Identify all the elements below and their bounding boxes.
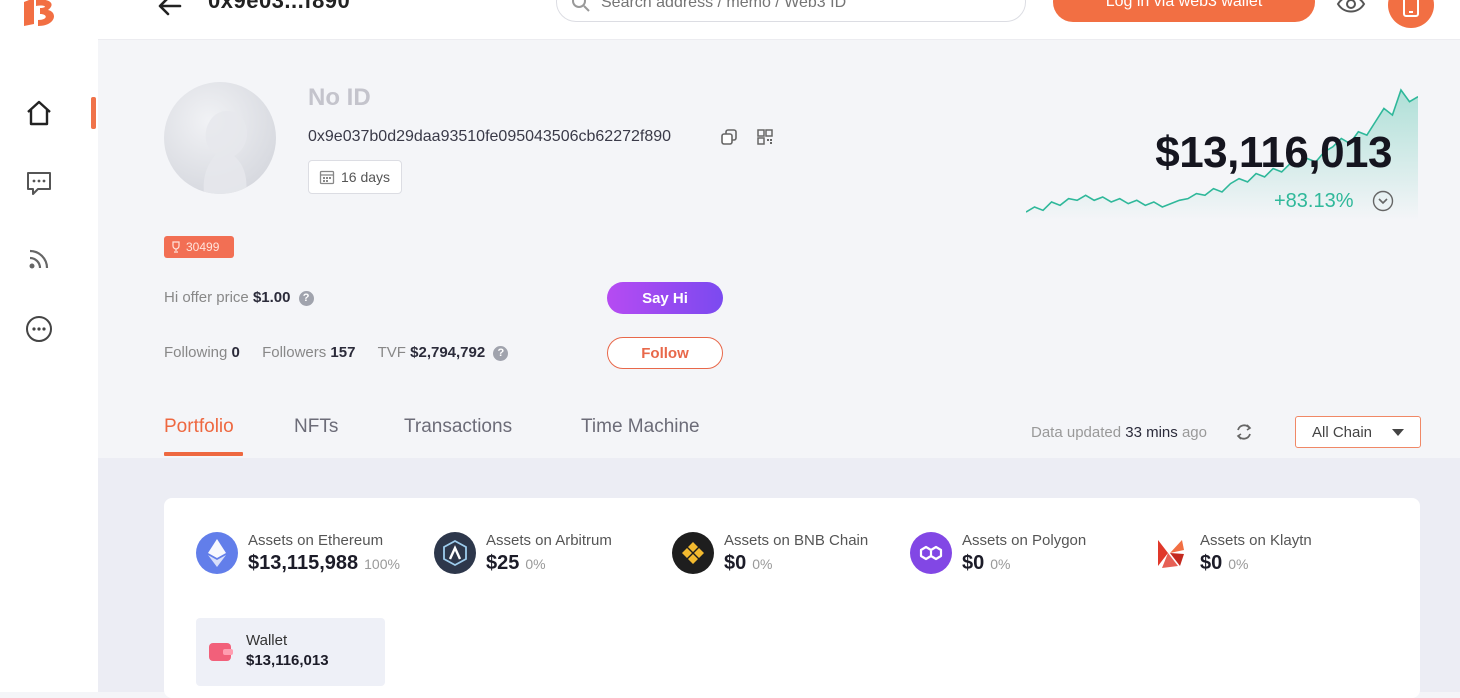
tvf-value: $2,794,792 <box>410 344 486 361</box>
asset-percent: 0% <box>752 556 773 572</box>
asset-label: Assets on Polygon <box>962 532 1087 549</box>
asset-label: Assets on Arbitrum <box>486 532 612 549</box>
account-age-text: 16 days <box>341 169 391 185</box>
total-net-worth: $13,116,013 <box>1155 128 1392 177</box>
asset-label: Assets on BNB Chain <box>724 532 869 549</box>
chevron-down-icon[interactable] <box>1372 190 1394 212</box>
asset-percent: 0% <box>990 556 1011 572</box>
eye-icon[interactable] <box>1336 0 1366 16</box>
say-hi-button[interactable]: Say Hi <box>607 282 723 314</box>
caret-down-icon <box>1392 429 1404 436</box>
mobile-app-button[interactable] <box>1388 0 1434 28</box>
home-icon[interactable] <box>22 96 56 130</box>
asset-percent: 100% <box>364 556 400 572</box>
more-icon[interactable] <box>22 312 56 346</box>
social-stats-line: Following 0 Followers 157 TVF $2,794,792… <box>164 344 509 361</box>
top-bar: 0x9e03...f890 Log in via web3 wallet <box>98 0 1460 40</box>
calendar-icon <box>319 170 335 185</box>
following-value: 0 <box>231 344 240 361</box>
asset-amount: $0 <box>962 552 985 574</box>
chain-select[interactable]: All Chain <box>1295 416 1421 448</box>
asset-value: $0 0% <box>962 552 1010 575</box>
updated-prefix: Data updated <box>1031 424 1122 441</box>
asset-percent: 0% <box>1228 556 1249 572</box>
updated-value: 33 mins <box>1125 424 1178 441</box>
asset-amount: $0 <box>724 552 747 574</box>
sidebar <box>0 0 98 692</box>
tab-time-machine[interactable]: Time Machine <box>581 416 700 438</box>
chain-select-value: All Chain <box>1312 423 1373 441</box>
feed-icon[interactable] <box>22 242 56 276</box>
login-button[interactable]: Log in via web3 wallet <box>1053 0 1315 22</box>
asset-amount: $13,115,988 <box>248 552 359 574</box>
refresh-icon[interactable] <box>1234 422 1254 442</box>
net-worth-change: +83.13% <box>1274 190 1354 212</box>
bnb-icon <box>672 532 714 574</box>
asset-value: $13,115,988 100% <box>248 552 400 575</box>
wallet-address: 0x9e037b0d29daa93510fe095043506cb62272f8… <box>308 128 672 145</box>
wallet-label: Wallet <box>246 632 288 649</box>
followers-label[interactable]: Followers <box>262 344 326 361</box>
help-icon[interactable]: ? <box>298 290 314 306</box>
header-address: 0x9e03...f890 <box>208 0 351 13</box>
account-age-badge: 16 days <box>308 160 402 194</box>
assets-card: Assets on Ethereum $13,115,988 100% Asset… <box>164 498 1420 698</box>
hi-offer-value: $1.00 <box>252 289 291 306</box>
avatar <box>164 82 276 194</box>
copy-icon[interactable] <box>720 128 738 146</box>
trophy-icon <box>172 241 180 253</box>
tvf-label: TVF <box>377 344 406 361</box>
phone-icon <box>1403 0 1419 17</box>
following-label[interactable]: Following <box>164 344 227 361</box>
tab-transactions[interactable]: Transactions <box>404 416 512 438</box>
search-box[interactable] <box>556 0 1026 22</box>
data-updated-text: Data updated 33 mins ago <box>1031 424 1207 441</box>
message-icon[interactable] <box>22 166 56 200</box>
help-icon[interactable]: ? <box>493 345 509 361</box>
search-icon <box>572 0 590 12</box>
qr-code-icon[interactable] <box>756 128 774 146</box>
wallet-summary[interactable]: Wallet $13,116,013 <box>196 618 385 686</box>
score-badge: 30499 <box>164 236 234 258</box>
wallet-value: $13,116,013 <box>246 652 329 669</box>
profile-section: No ID 0x9e037b0d29daa93510fe095043506cb6… <box>98 40 1460 458</box>
app-logo[interactable] <box>20 0 64 30</box>
search-input[interactable] <box>601 0 1001 17</box>
back-arrow-icon[interactable] <box>156 0 184 20</box>
asset-label: Assets on Ethereum <box>248 532 384 549</box>
hi-offer-label: Hi offer price <box>164 289 249 306</box>
follow-button[interactable]: Follow <box>607 337 723 369</box>
tab-portfolio[interactable]: Portfolio <box>164 416 234 438</box>
updated-suffix: ago <box>1181 424 1207 441</box>
wallet-icon <box>208 642 234 662</box>
asset-label: Assets on Klaytn <box>1200 532 1312 549</box>
polygon-icon <box>910 532 952 574</box>
asset-amount: $25 <box>486 552 520 574</box>
asset-percent: 0% <box>525 556 546 572</box>
followers-value: 157 <box>330 344 356 361</box>
active-nav-indicator <box>91 97 96 129</box>
ethereum-icon <box>196 532 238 574</box>
asset-value: $25 0% <box>486 552 546 575</box>
score-value: 30499 <box>186 240 220 254</box>
asset-value: $0 0% <box>724 552 772 575</box>
arbitrum-icon <box>434 532 476 574</box>
hi-offer-line: Hi offer price $1.00 ? <box>164 289 314 306</box>
active-tab-underline <box>164 452 243 456</box>
asset-value: $0 0% <box>1200 552 1248 575</box>
klaytn-icon <box>1148 532 1190 574</box>
profile-id: No ID <box>308 84 371 111</box>
tab-nfts[interactable]: NFTs <box>294 416 338 438</box>
asset-amount: $0 <box>1200 552 1223 574</box>
